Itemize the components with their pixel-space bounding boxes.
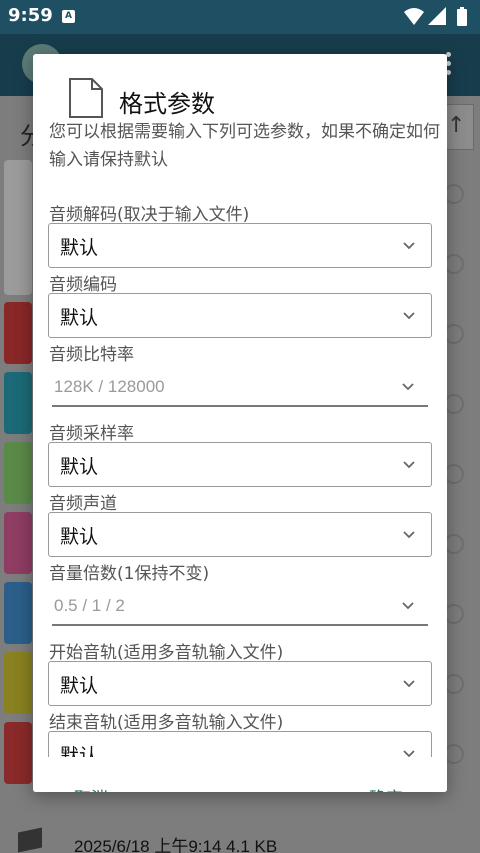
dialog-description: 您可以根据需要输入下列可选参数，如果不确定如何输入请保持默认 [49, 122, 440, 170]
list-radio [444, 604, 464, 624]
list-radio [444, 674, 464, 694]
list-thumbnail [4, 442, 32, 504]
format-params-dialog: 格式参数 您可以根据需要输入下列可选参数，如果不确定如何输入请保持默认 音频解码… [33, 54, 447, 792]
list-radio [444, 394, 464, 414]
chevron-down-icon [403, 461, 415, 469]
list-thumbnail [4, 160, 32, 295]
dropdown-value: 默认 [60, 456, 99, 478]
list-thumbnail [4, 512, 32, 574]
confirm-button[interactable]: 确定 [369, 784, 403, 792]
file-meta: 2025/6/18 上午9:14 4.1 KB [74, 837, 278, 853]
audio-channels-label: 音频声道 [49, 494, 117, 514]
dropdown-value: 默认 [60, 675, 99, 697]
audio-encoder-label: 音频编码 [49, 275, 117, 295]
cancel-button[interactable]: 取消 [74, 784, 108, 792]
list-radio [444, 464, 464, 484]
dropdown-value: 默认 [60, 526, 99, 548]
chevron-down-icon [403, 312, 415, 320]
audio-decoder-dropdown[interactable]: 默认 [48, 223, 432, 268]
list-radio [444, 184, 464, 204]
end-track-label: 结束音轨(适用多音轨输入文件) [49, 713, 284, 733]
background-footer: 2025/6/18 上午9:14 4.1 KB [0, 826, 480, 853]
audio-samplerate-dropdown[interactable]: 默认 [48, 442, 432, 487]
start-track-label: 开始音轨(适用多音轨输入文件) [49, 643, 284, 663]
status-time: 9:59 [8, 5, 53, 26]
audio-channels-dropdown[interactable]: 默认 [48, 512, 432, 557]
chevron-down-icon[interactable] [402, 602, 414, 610]
dropdown-value: 默认 [60, 307, 99, 329]
list-radio [444, 254, 464, 274]
input-placeholder: 128K / 128000 [54, 377, 165, 396]
list-radio [444, 744, 464, 764]
signal-icon [428, 7, 446, 25]
notification-icon: A [62, 10, 75, 23]
list-radio [444, 324, 464, 344]
wifi-icon [404, 8, 424, 25]
volume-multiplier-input[interactable]: 0.5 / 1 / 2 [52, 590, 428, 626]
dialog-title: 格式参数 [119, 90, 215, 118]
audio-bitrate-label: 音频比特率 [49, 345, 134, 365]
list-thumbnail [4, 582, 32, 644]
file-icon [18, 827, 42, 853]
list-radio [444, 534, 464, 554]
document-icon [69, 78, 103, 118]
chevron-down-icon[interactable] [402, 383, 414, 391]
dropdown-value: 默认 [60, 237, 99, 259]
list-thumbnail [4, 722, 32, 784]
audio-bitrate-input[interactable]: 128K / 128000 [52, 371, 428, 407]
list-thumbnail [4, 652, 32, 714]
audio-samplerate-label: 音频采样率 [49, 424, 134, 444]
list-thumbnail [4, 302, 32, 364]
list-thumbnail [4, 372, 32, 434]
audio-encoder-dropdown[interactable]: 默认 [48, 293, 432, 338]
chevron-down-icon [403, 531, 415, 539]
chevron-down-icon [403, 680, 415, 688]
input-placeholder: 0.5 / 1 / 2 [54, 596, 125, 615]
chevron-down-icon [403, 242, 415, 250]
start-track-dropdown[interactable]: 默认 [48, 661, 432, 706]
battery-icon [457, 7, 467, 26]
audio-decoder-label: 音频解码(取决于输入文件) [49, 205, 250, 225]
status-bar: 9:59 A [0, 0, 480, 34]
volume-multiplier-label: 音量倍数(1保持不变) [49, 564, 210, 584]
status-icons [404, 7, 467, 26]
